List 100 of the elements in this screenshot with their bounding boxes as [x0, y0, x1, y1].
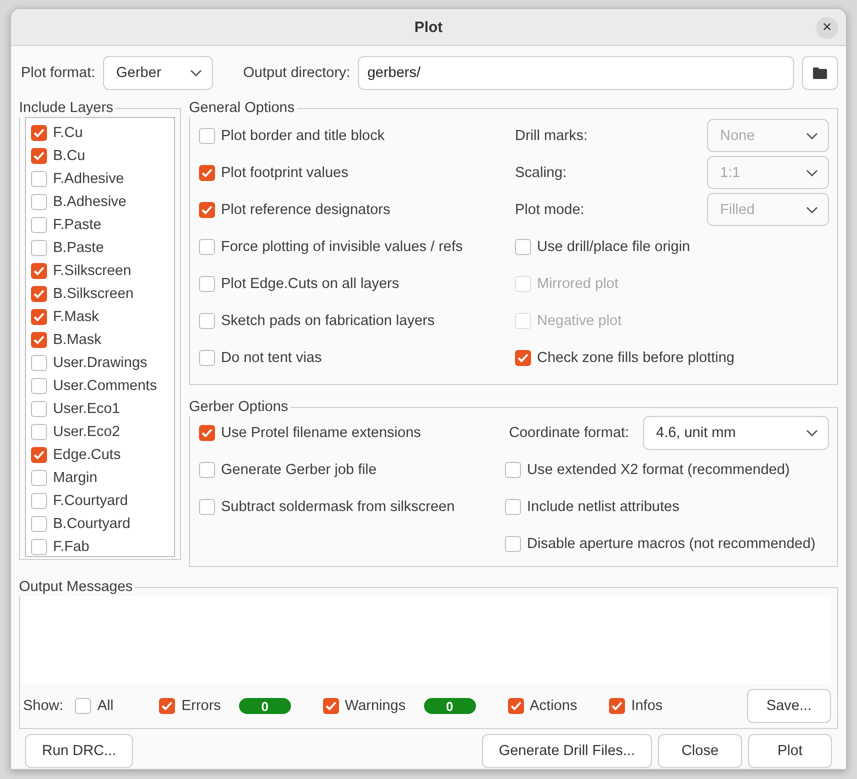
checkbox[interactable]	[31, 538, 47, 554]
checkbox[interactable]	[199, 462, 215, 478]
dialog-button[interactable]: Run DRC...	[25, 734, 134, 768]
coordinate-format-dropdown[interactable]: 4.6, unit mm	[643, 416, 829, 450]
checkbox[interactable]	[322, 698, 339, 714]
checkbox[interactable]	[31, 262, 47, 278]
checkbox[interactable]	[199, 312, 215, 328]
option-label: Subtract soldermask from silkscreen	[221, 498, 455, 514]
layer-label[interactable]: B.Paste	[53, 240, 104, 256]
option-label: Use Protel filename extensions	[221, 424, 421, 440]
checkbox[interactable]	[31, 194, 47, 210]
folder-icon	[813, 67, 827, 79]
checkbox[interactable]	[199, 128, 215, 144]
filter-label: Errors	[181, 698, 221, 714]
plot-format-label: Plot format:	[21, 65, 96, 81]
checkbox[interactable]	[31, 216, 47, 232]
layer-label[interactable]: F.Cu	[53, 124, 83, 140]
layer-label[interactable]: F.Paste	[53, 216, 102, 232]
checkbox[interactable]	[31, 354, 47, 370]
option-label: Include netlist attributes	[527, 498, 680, 514]
checkbox[interactable]	[515, 350, 531, 366]
checkbox[interactable]	[199, 498, 215, 514]
layer-label[interactable]: B.Silkscreen	[53, 286, 134, 302]
checkbox[interactable]	[505, 498, 521, 514]
option-label: Check zone fills before plotting	[537, 350, 734, 366]
layer-label[interactable]: User.Comments	[53, 378, 157, 394]
layer-label[interactable]: Margin	[53, 470, 98, 486]
layer-label[interactable]: F.Adhesive	[53, 170, 124, 186]
checkbox[interactable]	[515, 238, 531, 254]
checkbox[interactable]	[31, 400, 47, 416]
checkbox[interactable]	[31, 378, 47, 394]
option-label: Use extended X2 format (recommended)	[527, 462, 790, 478]
checkbox[interactable]	[609, 698, 626, 714]
output-directory-label: Output directory:	[243, 65, 350, 81]
option-label: Plot reference designators	[221, 202, 390, 218]
checkbox[interactable]	[31, 170, 47, 186]
close-button[interactable]: ×	[816, 17, 838, 39]
group-title: Gerber Options	[189, 398, 290, 416]
checkbox[interactable]	[31, 424, 47, 440]
checkbox[interactable]	[31, 516, 47, 532]
save-button[interactable]: Save...	[747, 689, 831, 723]
layer-label[interactable]: B.Cu	[53, 148, 86, 164]
checkbox[interactable]	[31, 446, 47, 462]
show-label: Show:	[23, 698, 64, 714]
layer-label[interactable]: F.Silkscreen	[53, 262, 132, 278]
checkbox[interactable]	[159, 698, 176, 714]
chevron-down-icon	[806, 428, 818, 436]
chevron-down-icon	[190, 69, 202, 77]
checkbox[interactable]	[31, 286, 47, 302]
field-label: Coordinate format:	[509, 424, 630, 440]
layer-label[interactable]: User.Drawings	[53, 354, 148, 370]
checkbox[interactable]	[199, 276, 215, 292]
checkbox[interactable]	[31, 124, 47, 140]
field-label: Scaling:	[515, 164, 567, 180]
checkbox[interactable]	[199, 350, 215, 366]
group-title: Include Layers	[19, 99, 116, 117]
checkbox[interactable]	[31, 308, 47, 324]
count-badge: 0	[424, 698, 476, 714]
checkbox[interactable]	[31, 492, 47, 508]
layer-label[interactable]: User.Eco2	[53, 424, 120, 440]
checkbox[interactable]	[31, 240, 47, 256]
window-title: Plot	[414, 18, 443, 36]
filter-label: All	[97, 698, 114, 714]
count-badge: 0	[238, 698, 291, 714]
layer-label[interactable]: F.Courtyard	[53, 492, 128, 508]
checkbox[interactable]	[31, 148, 47, 164]
checkbox[interactable]	[199, 164, 215, 180]
layer-label[interactable]: B.Mask	[53, 332, 102, 348]
dialog-button[interactable]: Generate Drill Files...	[482, 734, 652, 768]
output-directory-field[interactable]: gerbers/	[358, 56, 794, 90]
checkbox[interactable]	[508, 698, 524, 714]
browse-button[interactable]	[802, 56, 838, 90]
plot-format-dropdown[interactable]: Gerber	[103, 56, 214, 90]
layer-label[interactable]: F.Fab	[53, 538, 90, 554]
checkbox[interactable]	[199, 424, 215, 440]
option-label: Generate Gerber job file	[221, 462, 377, 478]
option-label: Plot Edge.Cuts on all layers	[221, 276, 400, 292]
layer-label[interactable]: B.Courtyard	[53, 516, 130, 532]
checkbox[interactable]	[31, 470, 47, 486]
layer-label[interactable]: User.Eco1	[53, 400, 120, 416]
filter-label: Infos	[631, 698, 663, 714]
checkbox[interactable]	[199, 238, 215, 254]
option-label: Plot border and title block	[221, 128, 385, 144]
option-label: Plot footprint values	[221, 164, 348, 180]
filter-label: Warnings	[344, 698, 406, 714]
checkbox[interactable]	[31, 332, 47, 348]
chevron-down-icon	[806, 132, 818, 140]
checkbox[interactable]	[505, 536, 521, 552]
dialog-button[interactable]: Plot	[748, 734, 832, 768]
dialog-button[interactable]: Close	[658, 734, 742, 768]
checkbox[interactable]	[505, 462, 521, 478]
field-label: Drill marks:	[515, 128, 588, 144]
option-label: Negative plot	[537, 312, 622, 328]
layer-label[interactable]: Edge.Cuts	[53, 446, 121, 462]
checkbox[interactable]	[199, 202, 215, 218]
group-title: General Options	[189, 99, 297, 117]
layer-label[interactable]: B.Adhesive	[53, 194, 126, 210]
layer-label[interactable]: F.Mask	[53, 308, 99, 324]
checkbox[interactable]	[75, 698, 92, 714]
option-label: Sketch pads on fabrication layers	[221, 312, 435, 328]
